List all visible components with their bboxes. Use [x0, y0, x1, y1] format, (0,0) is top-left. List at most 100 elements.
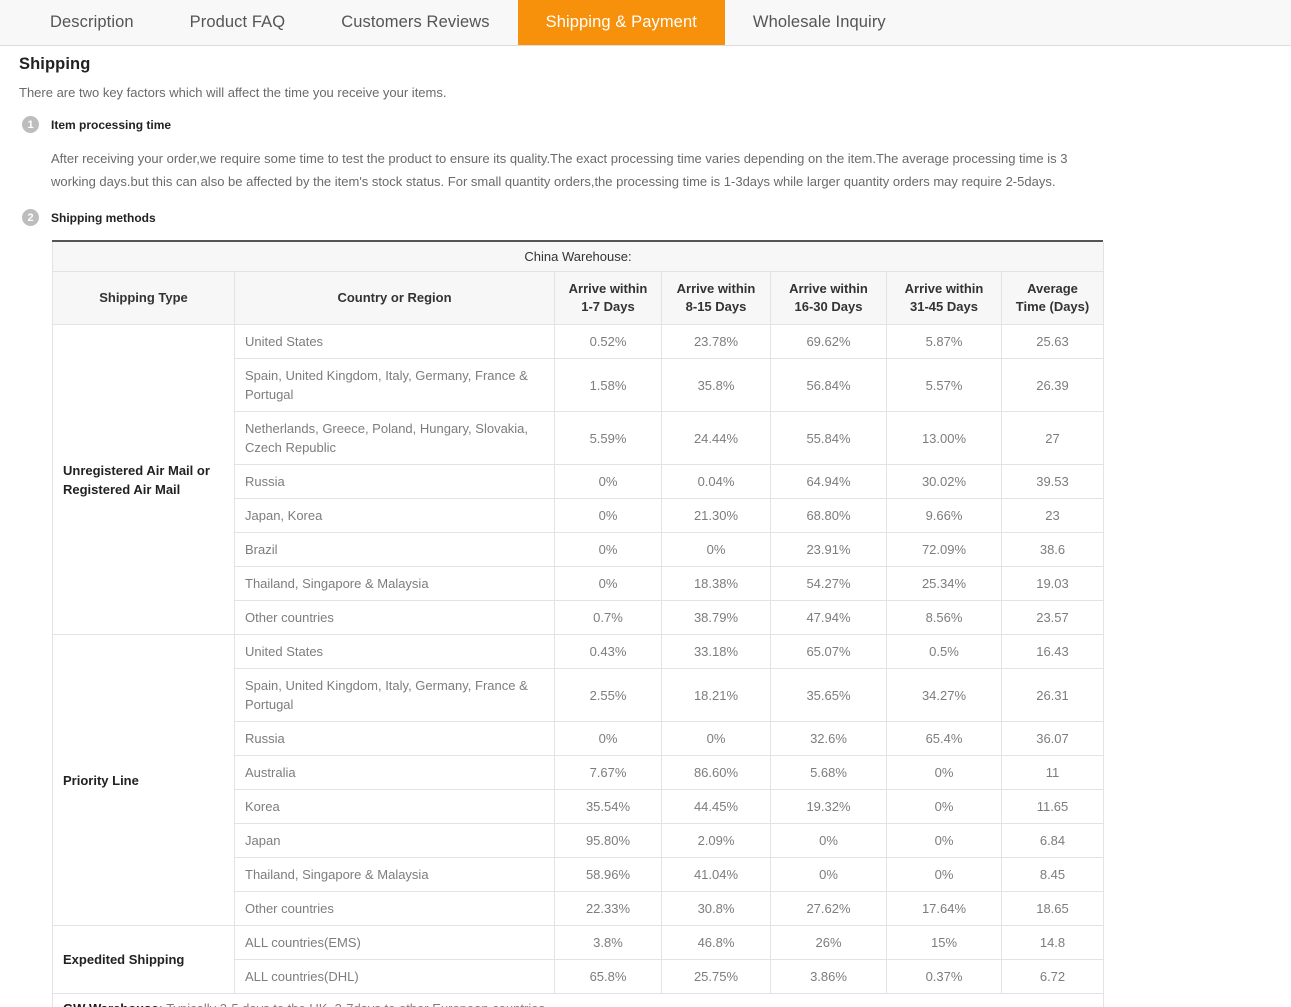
column-header-4: Arrive within 16-30 Days: [770, 271, 887, 325]
table-row: Unregistered Air Mail or Registered Air …: [52, 324, 1104, 635]
value-d4: 0%: [886, 857, 1002, 892]
value-d1: 22.33%: [554, 891, 662, 926]
value-d4: 30.02%: [886, 464, 1002, 499]
value-d2: 25.75%: [661, 959, 771, 994]
value-d4: 0%: [886, 789, 1002, 824]
warehouse-header-row: China Warehouse:: [52, 242, 1104, 272]
value-d1: 65.8%: [554, 959, 662, 994]
value-d3: 65.07%: [770, 634, 887, 669]
value-d2: 21.30%: [661, 498, 771, 533]
value-d3: 3.86%: [770, 959, 887, 994]
column-header-5: Arrive within 31-45 Days: [886, 271, 1002, 325]
country-cell: ALL countries(EMS): [234, 925, 555, 960]
column-header-1: Country or Region: [234, 271, 555, 325]
tab-description[interactable]: Description: [22, 0, 162, 45]
value-d2: 2.09%: [661, 823, 771, 858]
value-avg: 19.03: [1001, 566, 1104, 601]
value-d3: 54.27%: [770, 566, 887, 601]
country-cell: United States: [234, 324, 555, 359]
value-d1: 7.67%: [554, 755, 662, 790]
value-d3: 0%: [770, 823, 887, 858]
value-d1: 0%: [554, 532, 662, 567]
country-cell: Australia: [234, 755, 555, 790]
value-d3: 0%: [770, 857, 887, 892]
country-cell: Other countries: [234, 891, 555, 926]
value-avg: 14.8: [1001, 925, 1104, 960]
value-d4: 65.4%: [886, 721, 1002, 756]
value-d3: 35.65%: [770, 668, 887, 722]
value-avg: 38.6: [1001, 532, 1104, 567]
table-row: Priority Line United States 0.43% 33.18% 65.…: [52, 634, 1104, 926]
country-cell: Russia: [234, 464, 555, 499]
step-1-badge: 1: [22, 116, 39, 133]
value-avg: 18.65: [1001, 891, 1104, 926]
country-cell: Spain, United Kingdom, Italy, Germany, F…: [234, 358, 555, 412]
value-d3: 56.84%: [770, 358, 887, 412]
value-d2: 0%: [661, 721, 771, 756]
value-avg: 11: [1001, 755, 1104, 790]
value-d4: 34.27%: [886, 668, 1002, 722]
value-d1: 2.55%: [554, 668, 662, 722]
tab-customers-reviews[interactable]: Customers Reviews: [313, 0, 517, 45]
step-1-body: After receiving your order,we require so…: [51, 151, 1068, 189]
value-d1: 0%: [554, 464, 662, 499]
value-d3: 68.80%: [770, 498, 887, 533]
country-cell: ALL countries(DHL): [234, 959, 555, 994]
table-row: Expedited Shipping ALL countries(EMS) 3.8%…: [52, 925, 1104, 994]
value-d2: 44.45%: [661, 789, 771, 824]
value-d2: 23.78%: [661, 324, 771, 359]
product-tab-bar: Description Product FAQ Customers Reviews S…: [0, 0, 1291, 46]
note-text-0: Typically 3-5 days to the UK, 3-7days to…: [163, 1001, 548, 1007]
value-d2: 46.8%: [661, 925, 771, 960]
column-header-2: Arrive within 1-7 Days: [554, 271, 662, 325]
value-d4: 15%: [886, 925, 1002, 960]
column-header-3: Arrive within 8-15 Days: [661, 271, 771, 325]
value-avg: 23.57: [1001, 600, 1104, 635]
step-2-badge: 2: [22, 209, 39, 226]
value-d4: 8.56%: [886, 600, 1002, 635]
tab-shipping-payment[interactable]: Shipping & Payment: [517, 0, 725, 45]
tab-product-faq[interactable]: Product FAQ: [162, 0, 314, 45]
value-d1: 0.52%: [554, 324, 662, 359]
value-avg: 11.65: [1001, 789, 1104, 824]
value-d3: 47.94%: [770, 600, 887, 635]
value-avg: 26.39: [1001, 358, 1104, 412]
country-cell: Japan: [234, 823, 555, 858]
value-d3: 55.84%: [770, 411, 887, 465]
value-d2: 0.04%: [661, 464, 771, 499]
value-d3: 64.94%: [770, 464, 887, 499]
value-d2: 0%: [661, 532, 771, 567]
note-row: GW Warehouse: Typically 3-5 days to the …: [52, 993, 1104, 1007]
column-header-6: Average Time (Days): [1001, 271, 1104, 325]
country-cell: Brazil: [234, 532, 555, 567]
step-2-header: 2 Shipping methods: [22, 209, 1291, 226]
country-cell: Japan, Korea: [234, 498, 555, 533]
value-avg: 16.43: [1001, 634, 1104, 669]
country-cell: Thailand, Singapore & Malaysia: [234, 857, 555, 892]
country-cell: Other countries: [234, 600, 555, 635]
value-d4: 0%: [886, 823, 1002, 858]
value-d1: 95.80%: [554, 823, 662, 858]
value-d1: 35.54%: [554, 789, 662, 824]
country-cell: Spain, United Kingdom, Italy, Germany, F…: [234, 668, 555, 722]
value-d1: 0%: [554, 566, 662, 601]
intro-text: There are two key factors which will aff…: [19, 85, 447, 100]
value-d2: 30.8%: [661, 891, 771, 926]
note-cell-0: GW Warehouse: Typically 3-5 days to the …: [52, 993, 1104, 1007]
country-cell: Korea: [234, 789, 555, 824]
value-avg: 6.84: [1001, 823, 1104, 858]
value-d4: 0.5%: [886, 634, 1002, 669]
value-d3: 69.62%: [770, 324, 887, 359]
shipping-type-cell: Priority Line: [52, 634, 235, 926]
page-content: Shipping There are two key factors which…: [0, 55, 1291, 1007]
value-d4: 72.09%: [886, 532, 1002, 567]
value-d4: 5.57%: [886, 358, 1002, 412]
value-d2: 18.21%: [661, 668, 771, 722]
value-d2: 18.38%: [661, 566, 771, 601]
column-header-row: Shipping Type Country or Region Arrive wit…: [52, 271, 1104, 325]
value-d1: 58.96%: [554, 857, 662, 892]
tab-wholesale-inquiry[interactable]: Wholesale Inquiry: [725, 0, 914, 45]
value-d2: 24.44%: [661, 411, 771, 465]
step-1-label: Item processing time: [51, 117, 172, 132]
value-d4: 17.64%: [886, 891, 1002, 926]
